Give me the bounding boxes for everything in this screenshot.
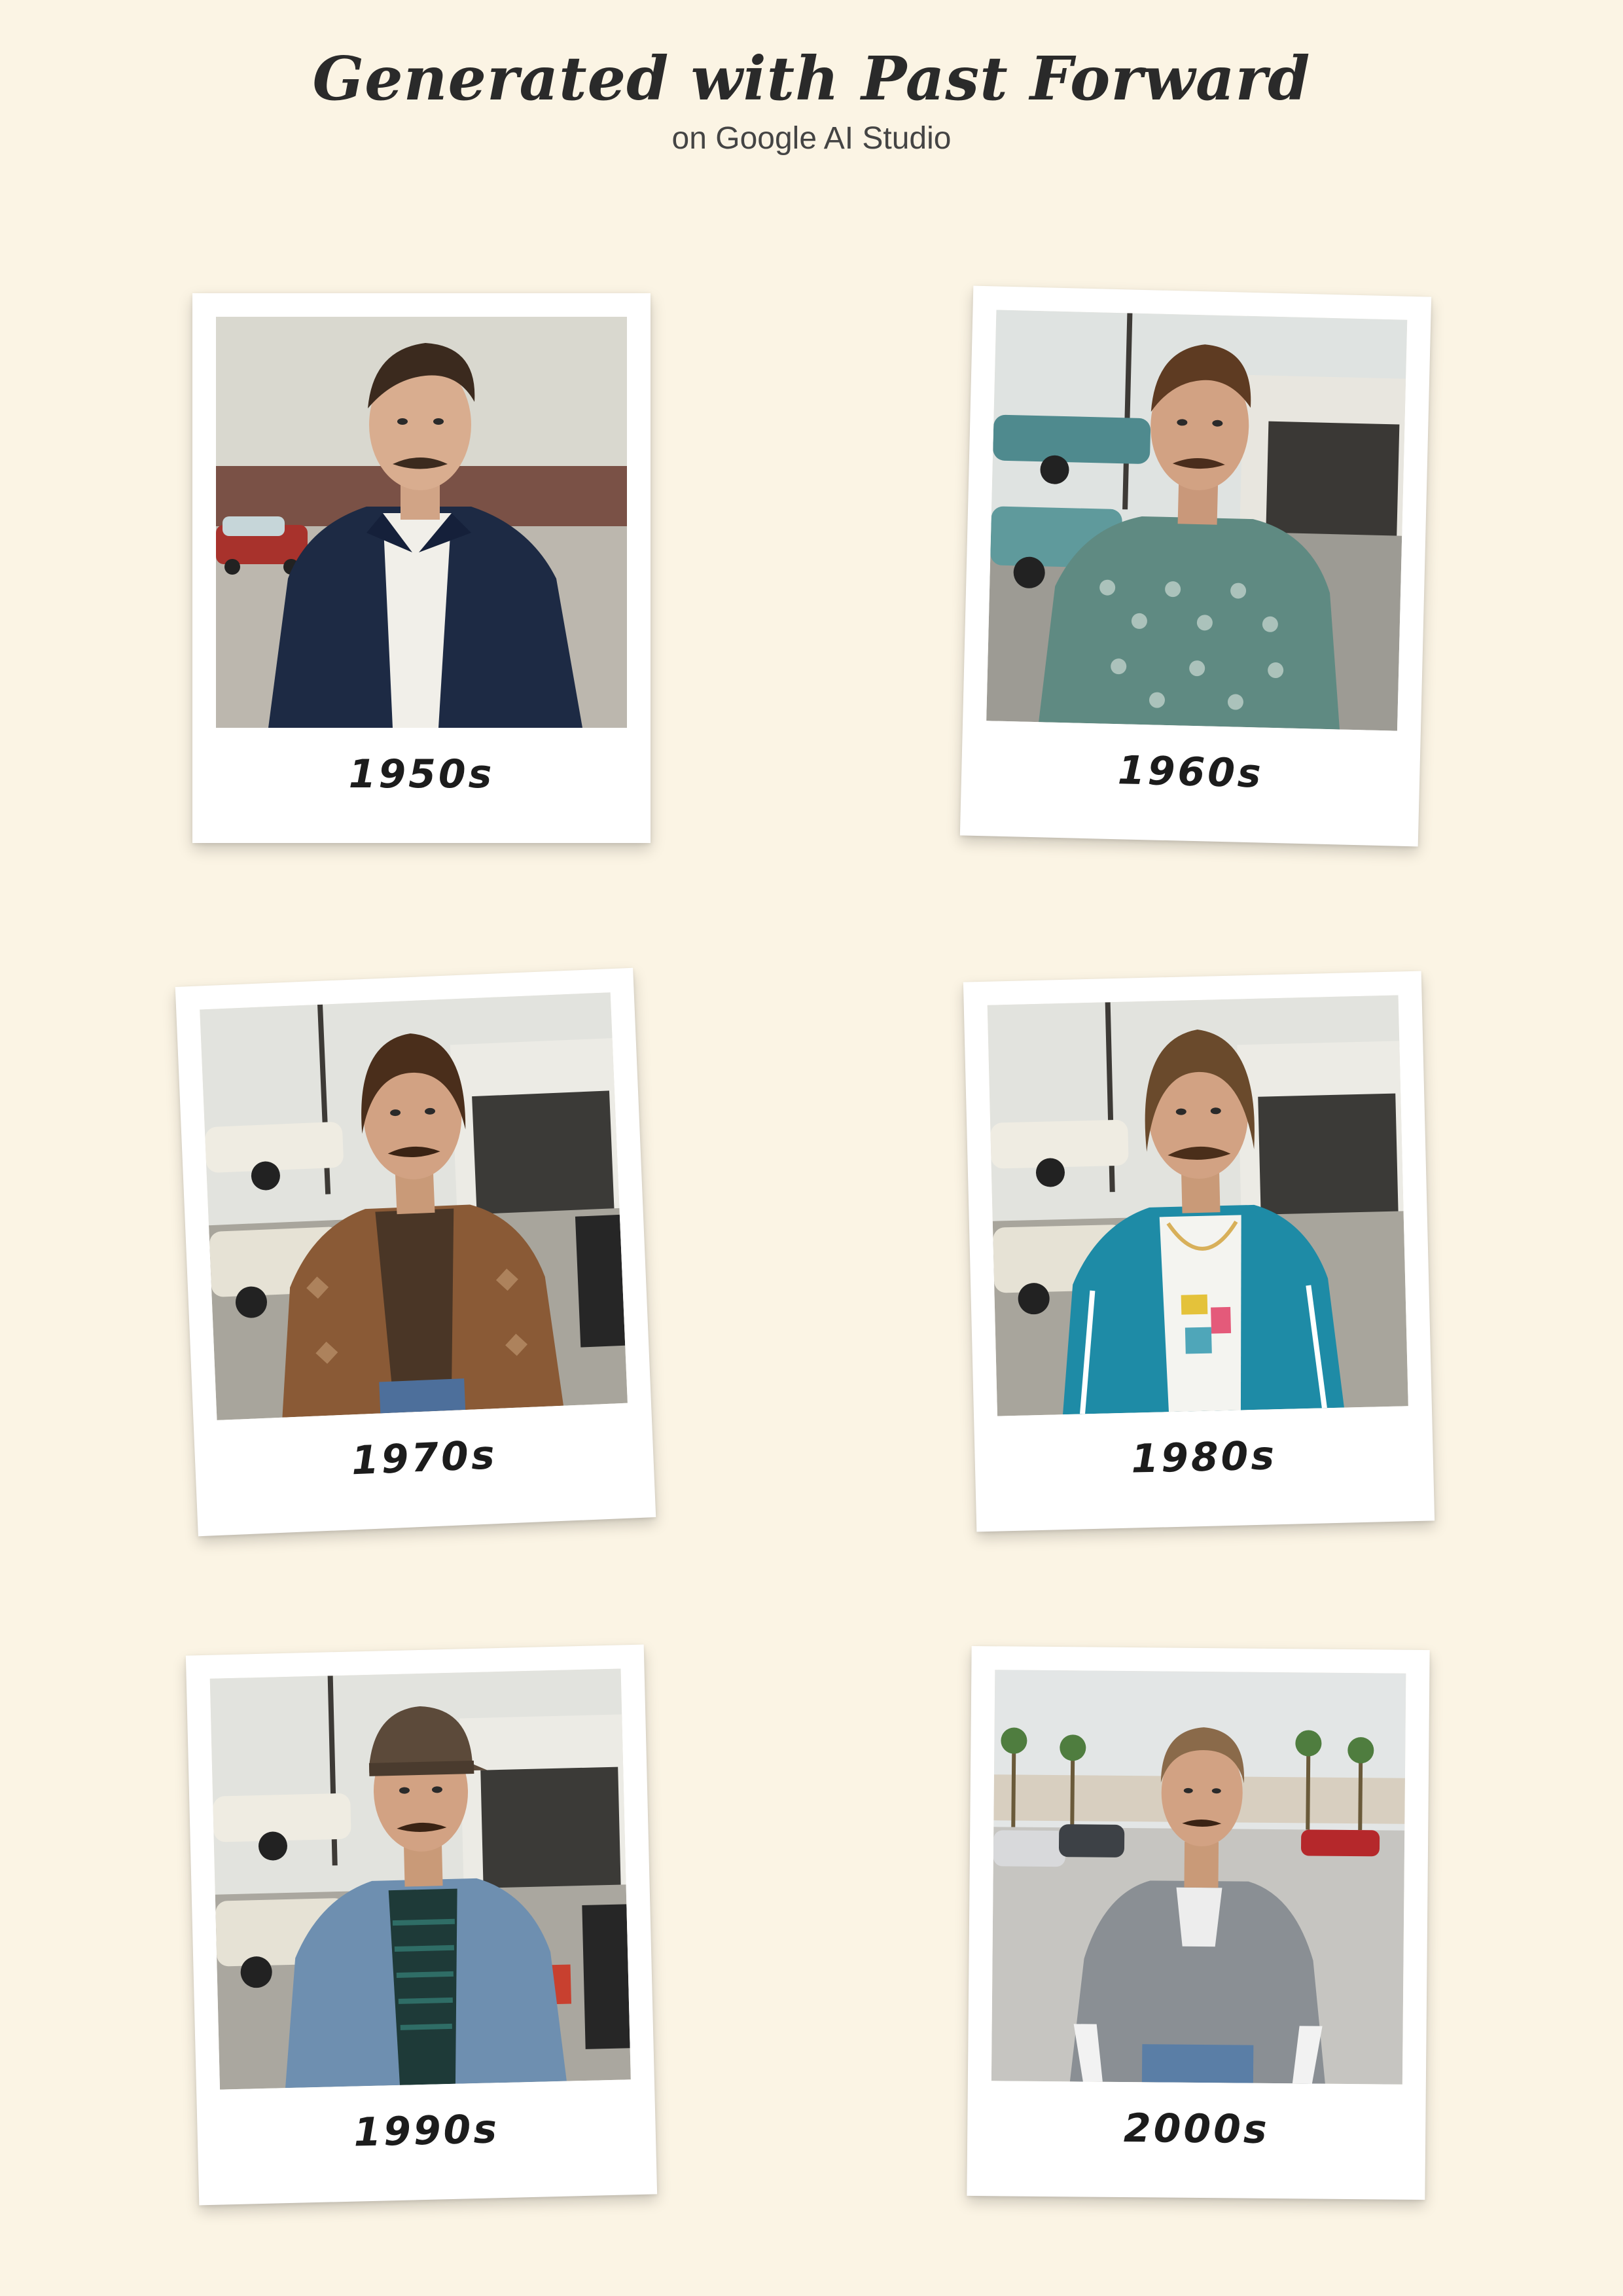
polaroid-card-1980s[interactable]: 1980s [963,971,1435,1532]
caption-1950s: 1950s [348,751,495,797]
photo-1980s-image [987,995,1408,1416]
page-subtitle: on Google AI Studio [671,121,952,156]
photo-1970s [200,992,628,1420]
caption-1960s: 1960s [1117,747,1264,797]
photo-2000s-image [991,1670,1406,2085]
polaroid-card-2000s[interactable]: 2000s [967,1645,1430,2200]
photo-1970s-image [200,992,628,1420]
photo-1950s [216,317,627,728]
polaroid-card-1990s[interactable]: 1990s [185,1644,658,2206]
photo-1990s-image [209,1668,631,2090]
caption-1980s: 1980s [1130,1433,1277,1482]
caption-1970s: 1970s [350,1432,498,1484]
page-title: Generated with Past Forward [312,43,1311,114]
photo-1950s-image [216,317,627,728]
page-header: Generated with Past Forward on Google AI… [0,39,1623,158]
caption-2000s: 2000s [1123,2106,1270,2153]
photo-2000s [991,1670,1406,2085]
polaroid-card-1970s[interactable]: 1970s [175,967,656,1537]
photo-1990s [209,1668,631,2090]
polaroid-card-1950s[interactable]: 1950s [192,293,651,843]
photo-1960s-image [986,310,1408,731]
polaroid-card-1960s[interactable]: 1960s [959,285,1432,847]
caption-1990s: 1990s [353,2106,500,2156]
photo-1960s [986,310,1408,731]
photo-1980s [987,995,1408,1416]
